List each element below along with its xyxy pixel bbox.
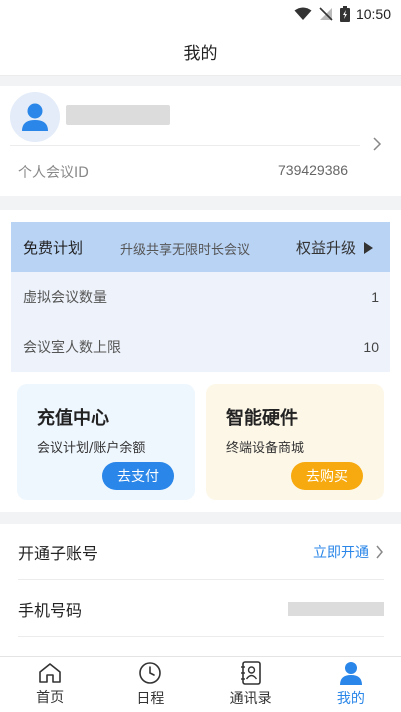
title-bar: 我的 (0, 28, 401, 76)
setting-label: 开通子账号 (18, 543, 99, 563)
no-signal-icon (318, 6, 334, 22)
plan-row-label: 会议室人数上限 (23, 340, 121, 356)
card-title: 智能硬件 (226, 408, 298, 429)
setting-label: 手机号码 (18, 600, 83, 620)
avatar[interactable] (10, 92, 60, 142)
settings-list: 开通子账号 立即开通 手机号码 (0, 524, 401, 656)
phone-row[interactable]: 手机号码 (18, 581, 384, 637)
open-now-label: 立即开通 (313, 544, 369, 561)
play-arrow-icon (364, 241, 374, 254)
wifi-icon (294, 7, 312, 21)
meeting-id-value: 739429386 (278, 162, 349, 178)
card-subtitle: 会议计划/账户余额 (37, 441, 146, 456)
tab-label: 首页 (36, 690, 65, 706)
meeting-id-label: 个人会议ID (18, 165, 89, 181)
tab-label: 我的 (336, 691, 365, 707)
plan-card: 免费计划 升级共享无限时长会议 权益升级 虚拟会议数量 1 会议室人数上限 10 (11, 222, 390, 372)
chevron-right-icon[interactable] (372, 136, 382, 156)
recharge-card[interactable]: 充值中心 会议计划/账户余额 去支付 (17, 384, 195, 500)
plan-row-value: 10 (363, 339, 379, 355)
sub-account-row[interactable]: 开通子账号 立即开通 (18, 524, 384, 580)
username-mask (66, 105, 170, 125)
tab-label: 通讯录 (229, 691, 272, 707)
buy-button[interactable]: 去购买 (291, 462, 363, 490)
open-now-link[interactable]: 立即开通 (313, 542, 384, 562)
tab-contacts[interactable]: 通讯录 (201, 657, 301, 712)
tab-label: 日程 (136, 691, 165, 707)
status-time: 10:50 (355, 6, 391, 22)
clock-icon (139, 662, 162, 684)
status-bar: 10:50 (0, 0, 401, 28)
contacts-icon (240, 661, 261, 685)
tab-home[interactable]: 首页 (0, 657, 100, 712)
plan-row-label: 虚拟会议数量 (23, 290, 107, 306)
pay-button[interactable]: 去支付 (102, 462, 174, 490)
phone-number-mask (288, 601, 384, 616)
plan-row-value: 1 (371, 289, 379, 305)
home-icon (39, 663, 61, 683)
plan-name: 免费计划 (23, 238, 84, 257)
hardware-card[interactable]: 智能硬件 终端设备商城 去购买 (206, 384, 384, 500)
plan-header[interactable]: 免费计划 升级共享无限时长会议 权益升级 (11, 222, 390, 272)
person-icon (339, 662, 362, 685)
card-subtitle: 终端设备商城 (226, 441, 305, 456)
plan-description: 升级共享无限时长会议 (120, 243, 251, 258)
battery-icon (339, 6, 350, 22)
plan-row-virtual-meetings: 虚拟会议数量 1 (11, 272, 390, 322)
divider (10, 145, 360, 146)
chevron-right-icon (376, 545, 383, 558)
profile-section[interactable]: 个人会议ID 739429386 (0, 86, 401, 196)
plan-section: 免费计划 升级共享无限时长会议 权益升级 虚拟会议数量 1 会议室人数上限 10… (0, 210, 401, 512)
person-icon (22, 103, 48, 131)
tab-mine[interactable]: 我的 (301, 657, 401, 712)
page-title: 我的 (183, 44, 218, 64)
upgrade-link[interactable]: 权益升级 (296, 237, 374, 258)
tab-schedule[interactable]: 日程 (100, 657, 200, 712)
plan-row-room-capacity: 会议室人数上限 10 (11, 322, 390, 372)
card-title: 充值中心 (37, 408, 109, 429)
upgrade-label: 权益升级 (296, 239, 357, 257)
bottom-tab-bar: 首页 日程 通讯录 我的 (0, 656, 401, 712)
